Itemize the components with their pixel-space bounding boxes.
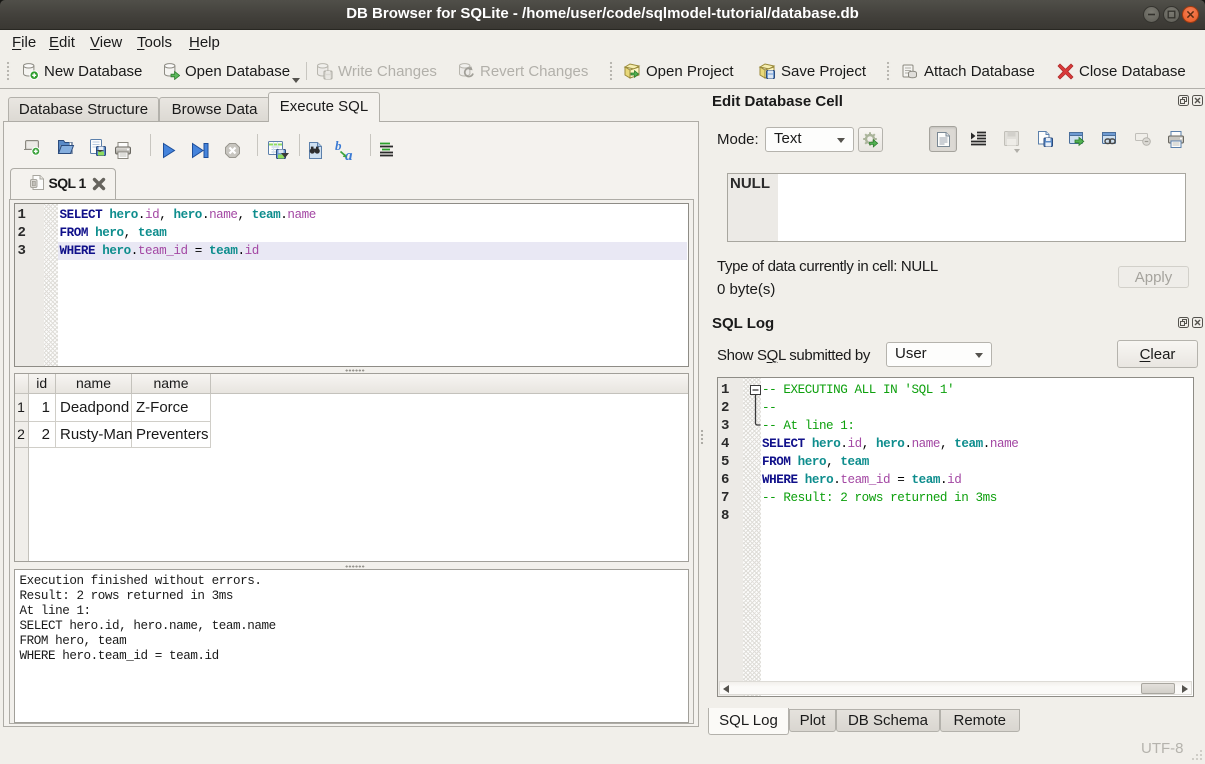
svg-text:a: a	[345, 148, 353, 161]
